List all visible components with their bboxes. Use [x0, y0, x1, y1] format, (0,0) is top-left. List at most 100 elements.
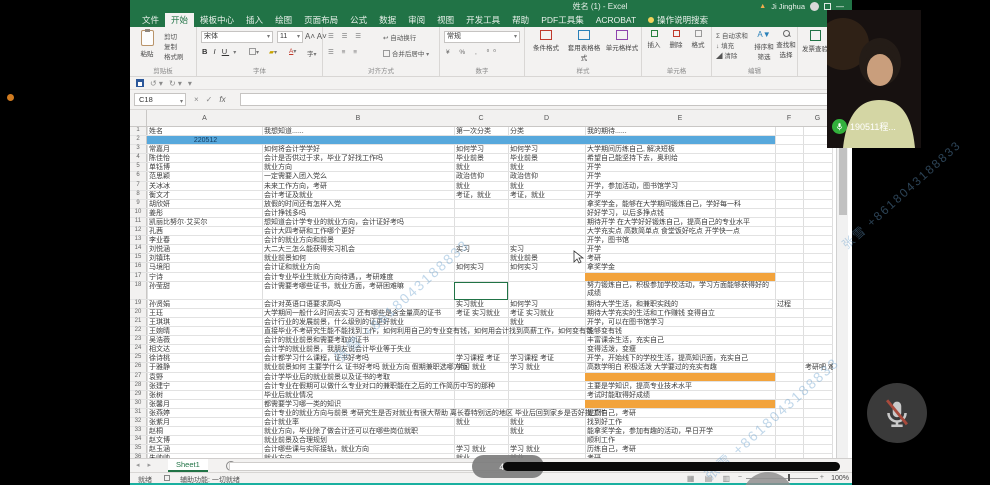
cell-E20[interactable]: 期待大学充实的生活和工作赚钱 变得自立	[585, 309, 777, 317]
ribbon-tab-插入[interactable]: 插入	[240, 13, 269, 27]
row-number[interactable]: 25	[130, 354, 147, 362]
ribbon-tab-数据[interactable]: 数据	[373, 13, 402, 27]
table-row[interactable]: 14刘悦涵大二大三怎么能获得实习机会实习实习开学	[130, 245, 833, 254]
cell-A1[interactable]: 姓名	[147, 127, 262, 135]
cell-E5[interactable]: 开学	[585, 163, 777, 171]
ribbon-options-icon[interactable]	[824, 3, 831, 10]
cell-A2[interactable]: 220512	[147, 136, 262, 144]
zoom-out-button[interactable]: −	[738, 474, 742, 481]
cell-D32[interactable]: 就业	[508, 418, 588, 426]
cell-E11[interactable]: 期待开学 在大学好好锻炼自己，提高自己的专业水平	[585, 218, 777, 226]
cell-E28[interactable]: 主要是学知识，提高专业技术水平	[585, 382, 777, 390]
cell-B26[interactable]: 就业前景如何 主要学什么 证书好考吗 就业方向 假期兼职选哪方面	[262, 363, 468, 371]
ribbon-tab-帮助[interactable]: 帮助	[506, 13, 535, 27]
zoom-slider-thumb[interactable]	[788, 474, 790, 481]
row-number[interactable]: 31	[130, 409, 147, 417]
number-format-icons[interactable]: ¥ % , ⁰⁰	[446, 48, 500, 56]
row-number[interactable]: 10	[130, 209, 147, 217]
cell-B30[interactable]: 都需要学习哪一类的知识	[262, 400, 341, 408]
fill-color-button[interactable]: ▰▾	[269, 48, 277, 56]
cell-A5[interactable]: 单钰博	[147, 163, 262, 171]
cell-B7[interactable]: 未来工作方向，考研	[262, 182, 327, 190]
spreadsheet-grid[interactable]: 1姓名我想知道......第一次分类分类我的期待......22205123常嘉…	[130, 127, 833, 458]
cell-B33[interactable]: 就业方向，毕业除了做会计还可以在哪些岗位就职	[262, 427, 418, 435]
row-number[interactable]: 33	[130, 427, 147, 435]
table-row[interactable]: 13李业春会计的就业方向和前景开学，图书馆	[130, 236, 833, 245]
row-number[interactable]: 15	[130, 254, 147, 262]
cell-A31[interactable]: 张燕婷	[147, 409, 262, 417]
cell-A12[interactable]: 孔茜	[147, 227, 262, 235]
table-row[interactable]: 9胡欣妍放假的时间还有怎样入党拿奖学金，能够在大学期间锻炼自己，学好每一科	[130, 200, 833, 209]
table-row[interactable]: 27袁野会计学毕业后的就业前景以及证书的考取	[130, 373, 833, 382]
cell-A9[interactable]: 胡欣妍	[147, 200, 262, 208]
cell-C3[interactable]: 如何学习	[454, 145, 514, 153]
cell-D3[interactable]: 如何学习	[508, 145, 588, 153]
cell-E6[interactable]: 开学	[585, 172, 777, 180]
cell-A3[interactable]: 常嘉月	[147, 145, 262, 153]
cell-E23[interactable]: 丰富课余生活，充实自己	[585, 336, 777, 344]
autosum-button[interactable]: Σ 自动求和	[716, 30, 748, 40]
cell-E25[interactable]: 开学，开始线下的学校生活，提高知识面，充实自己	[585, 354, 777, 362]
cell-C25[interactable]: 学习课程 考证	[454, 354, 514, 362]
table-row[interactable]: 20王珏大学期间一般什么时间去实习 还有哪些是含金量高的证书考证 实习就业考证 …	[130, 309, 833, 318]
clear-button[interactable]: ◢ 清除	[716, 50, 737, 60]
row-number[interactable]: 34	[130, 436, 147, 444]
number-format-select[interactable]: 常规▾	[444, 31, 520, 43]
cell-E36[interactable]: 考研	[585, 454, 777, 458]
cell-B36[interactable]: 就业方向	[262, 454, 292, 458]
row-number[interactable]: 7	[130, 182, 147, 190]
table-row[interactable]: 1姓名我想知道......第一次分类分类我的期待......	[130, 127, 833, 136]
row-number[interactable]: 28	[130, 382, 147, 390]
table-row[interactable]: 23吴浩薇会计的就业前景和需要考取的证书丰富课余生活，充实自己	[130, 336, 833, 345]
cell-A15[interactable]: 刘镇玮	[147, 254, 262, 262]
cell-D1[interactable]: 分类	[508, 127, 588, 135]
cell-E22[interactable]: 能够变有钱	[585, 327, 777, 335]
cell-D21[interactable]: 就业	[508, 318, 588, 326]
row-number[interactable]: 1	[130, 127, 147, 135]
font-color-button[interactable]: A▾	[289, 48, 296, 55]
cell-E7[interactable]: 开学，参加活动，图书馆学习	[585, 182, 777, 190]
cell-D5[interactable]: 就业	[508, 163, 588, 171]
invoice-check-button[interactable]: 发票查验	[800, 30, 830, 53]
row-number[interactable]: 21	[130, 318, 147, 326]
row-number[interactable]: 35	[130, 445, 147, 453]
cell-A17[interactable]: 宁诗	[147, 273, 262, 281]
cell-C19[interactable]: 实习就业	[454, 300, 514, 308]
table-row[interactable]: 29张树毕业后就业情况考试时能取得好成绩	[130, 391, 833, 400]
row-number[interactable]: 4	[130, 154, 147, 162]
cell-B17[interactable]: 会计专业毕业生就业方向待遇，，考研难度	[262, 273, 394, 281]
insert-cells-button[interactable]: 插入	[643, 30, 665, 49]
row-number[interactable]: 3	[130, 145, 147, 153]
cell-A34[interactable]: 赵文博	[147, 436, 262, 444]
cell-B35[interactable]: 会计哪些课与实际接轨，就业方向	[262, 445, 369, 453]
cell-B14[interactable]: 大二大三怎么能获得实习机会	[262, 245, 355, 253]
cell-C4[interactable]: 毕业前景	[454, 154, 514, 162]
cell-B10[interactable]: 会计挣钱多吗	[262, 209, 306, 217]
cell-A30[interactable]: 张馨月	[147, 400, 262, 408]
cell-D7[interactable]: 就业	[508, 182, 588, 190]
cell-C8[interactable]: 考证，就业	[454, 191, 514, 199]
cell-B19[interactable]: 会计对英语口语要求高吗	[262, 300, 341, 308]
cell-A29[interactable]: 张树	[147, 391, 262, 399]
cell-A27[interactable]: 袁野	[147, 373, 262, 381]
cell-A28[interactable]: 张建宁	[147, 382, 262, 390]
cell-B8[interactable]: 会计考证及就业	[262, 191, 313, 199]
insert-function-icon[interactable]: fx	[219, 95, 225, 104]
cell-B28[interactable]: 会计专业在假期可以做什么专业对口的兼职能在之后的工作简历中写的那种	[262, 382, 495, 390]
zoom-level[interactable]: 100%	[831, 475, 849, 482]
cell-A11[interactable]: 凯丽比努尔·艾买尔	[147, 218, 262, 226]
cell-A36[interactable]: 朱帅帅	[147, 454, 262, 458]
sheet-nav-arrows[interactable]: ◂ ▸	[136, 461, 154, 469]
copy-button[interactable]: 复制	[164, 41, 177, 51]
sort-filter-button[interactable]: A▼ 排序和筛选	[752, 30, 776, 61]
cell-A14[interactable]: 刘悦涵	[147, 245, 262, 253]
font-size-select[interactable]: 11▾	[277, 31, 303, 43]
cell-B13[interactable]: 会计的就业方向和前景	[262, 236, 334, 244]
cell-E15[interactable]: 考研	[585, 254, 777, 262]
redo-icon[interactable]: ↻ ▾	[169, 79, 182, 88]
row-number[interactable]: 14	[130, 245, 147, 253]
ribbon-tab-ACROBAT[interactable]: ACROBAT	[590, 13, 642, 27]
ribbon-tab-视图[interactable]: 视图	[431, 13, 460, 27]
cell-E9[interactable]: 拿奖学金，能够在大学期间锻炼自己，学好每一科	[585, 200, 777, 208]
formula-input[interactable]	[240, 93, 846, 106]
